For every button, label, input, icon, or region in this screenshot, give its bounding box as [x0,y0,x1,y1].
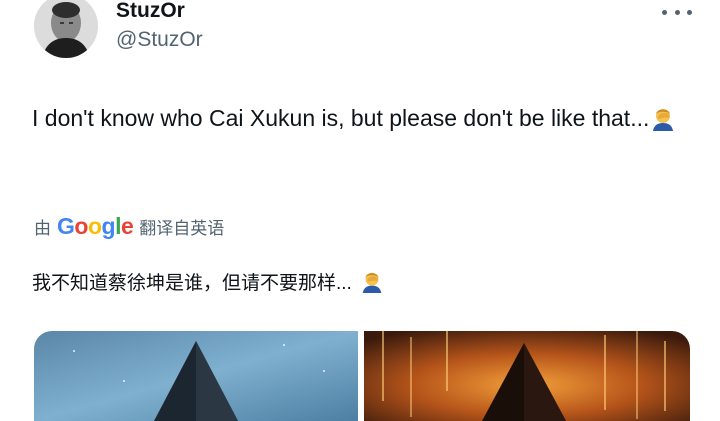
author-avatar[interactable] [34,0,98,58]
more-options-icon[interactable] [662,4,692,20]
tweet-text: I don't know who Cai Xukun is, but pleas… [32,100,702,136]
author-display-name[interactable]: StuzOr [116,0,185,23]
google-logo: Google [57,213,134,239]
media-image-left[interactable] [34,331,358,421]
dot [687,9,692,15]
dark-pyramid-over-blue-sky-image-icon [34,331,358,421]
tweet-body: I don't know who Cai Xukun is, but pleas… [32,105,650,131]
translate-prefix: 由 [34,219,51,238]
translated-text: 我不知道蔡徐坤是谁，但请不要那样... [32,268,384,295]
translation-attribution[interactable]: 由 Google 翻译自英语 [34,213,224,240]
translated-body: 我不知道蔡徐坤是谁，但请不要那样... [32,273,352,294]
dot [662,9,667,15]
dot [674,9,680,15]
person-facepalming-emoji-icon [360,269,384,293]
author-handle[interactable]: @StuzOr [116,28,203,52]
media-image-right[interactable] [364,331,690,421]
dark-pyramid-over-orange-glyph-rain-image-icon [364,331,690,421]
translate-suffix: 翻译自英语 [139,219,225,238]
person-facepalming-emoji-icon [650,105,676,131]
